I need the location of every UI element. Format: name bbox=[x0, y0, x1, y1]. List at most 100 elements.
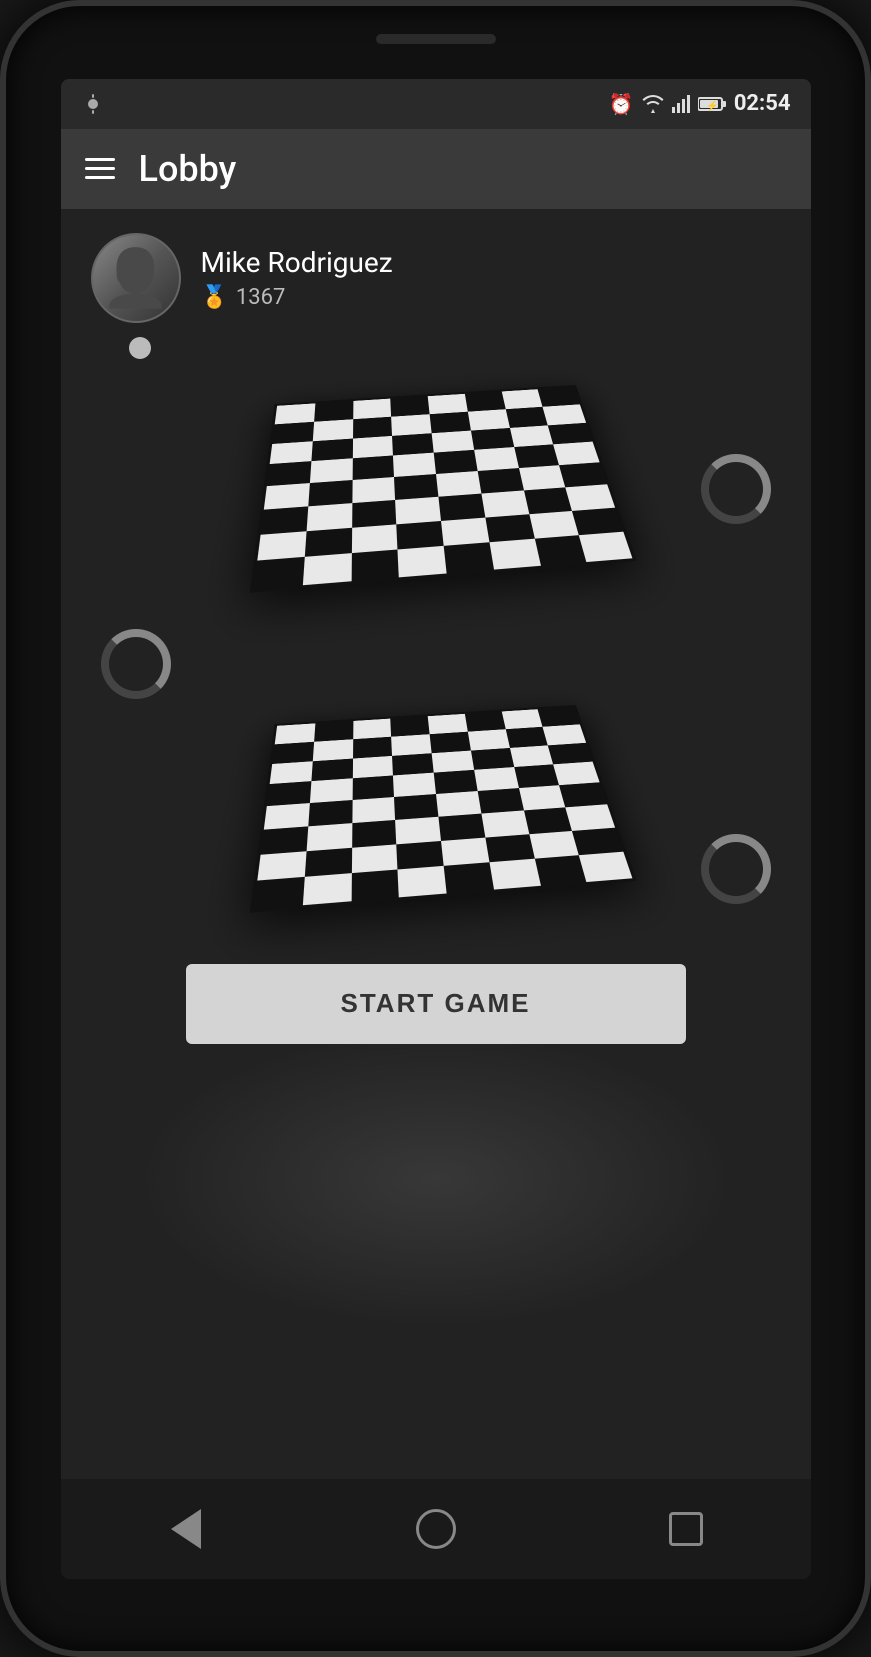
chess-cell bbox=[473, 447, 518, 471]
chess-cell bbox=[518, 785, 565, 810]
signal-icon bbox=[672, 95, 690, 113]
menu-button[interactable] bbox=[85, 158, 115, 179]
online-indicator bbox=[129, 337, 151, 359]
chess-cell bbox=[257, 530, 306, 560]
phone-shell: ⏰ bbox=[0, 0, 871, 1657]
chess-cell bbox=[501, 709, 542, 729]
chess-cell bbox=[395, 816, 441, 843]
chess-cell bbox=[565, 804, 615, 830]
user-rating-value: 1367 bbox=[236, 285, 285, 310]
chess-cell bbox=[351, 476, 394, 502]
chess-cell bbox=[306, 822, 352, 850]
chess-board-1 bbox=[249, 384, 636, 592]
chess-cell bbox=[467, 729, 509, 750]
chess-cell bbox=[274, 723, 314, 744]
chess-cell bbox=[429, 731, 470, 752]
chess-cell bbox=[427, 393, 467, 413]
chess-cell bbox=[523, 807, 572, 834]
chess-cell bbox=[565, 484, 615, 510]
chess-cell bbox=[542, 724, 585, 745]
chess-cell bbox=[351, 869, 399, 901]
nav-recent-button[interactable] bbox=[661, 1504, 711, 1554]
chess-cell bbox=[396, 520, 443, 549]
chess-cell bbox=[559, 462, 607, 487]
alarm-icon: ⏰ bbox=[609, 92, 634, 116]
chess-cell bbox=[429, 411, 470, 432]
svg-text:⚡: ⚡ bbox=[706, 99, 718, 112]
chess-cell bbox=[518, 465, 565, 490]
chess-cell bbox=[559, 782, 607, 807]
chess-cell bbox=[436, 791, 481, 816]
chess-cell bbox=[534, 535, 586, 565]
chess-board-2 bbox=[249, 704, 636, 912]
chess-cell bbox=[505, 406, 548, 427]
chess-cell bbox=[464, 711, 505, 731]
chess-cell bbox=[537, 706, 579, 726]
android-notification-icon bbox=[81, 92, 105, 116]
chess-cell bbox=[352, 755, 393, 778]
chess-cell bbox=[473, 767, 518, 791]
chess-cell bbox=[485, 513, 534, 542]
trophy-icon: 🏅 bbox=[201, 285, 228, 310]
chess-cell bbox=[397, 866, 446, 897]
status-time: 02:54 bbox=[734, 91, 791, 116]
chess-cell bbox=[470, 427, 513, 449]
battery-icon: ⚡ bbox=[698, 96, 726, 112]
chess-cell bbox=[481, 810, 529, 837]
chess-cell bbox=[513, 444, 558, 468]
chess-cell bbox=[253, 877, 304, 909]
chess-cell bbox=[433, 450, 477, 474]
chess-cell bbox=[542, 404, 585, 425]
start-button-container: START GAME bbox=[61, 944, 811, 1074]
chess-cell bbox=[257, 850, 306, 880]
chess-cell bbox=[537, 386, 579, 406]
chess-cell bbox=[528, 830, 578, 858]
chess-cell bbox=[351, 499, 396, 527]
chess-cell bbox=[352, 398, 391, 418]
chess-cell bbox=[351, 843, 397, 872]
user-name: Mike Rodriguez bbox=[201, 246, 393, 279]
chess-cell bbox=[534, 855, 586, 885]
chess-cell bbox=[263, 483, 309, 509]
board-row-1 bbox=[61, 364, 811, 614]
chess-cell bbox=[509, 745, 553, 767]
chess-cell bbox=[579, 851, 632, 881]
chess-cell bbox=[304, 527, 351, 557]
chess-cell bbox=[304, 847, 351, 877]
chess-cell bbox=[263, 803, 309, 829]
chess-cell bbox=[440, 517, 488, 546]
chess-cell bbox=[352, 435, 393, 458]
chess-cell bbox=[431, 750, 473, 773]
wifi-icon bbox=[642, 95, 664, 113]
chess-cell bbox=[489, 538, 540, 569]
user-info: Mike Rodriguez 🏅 1367 bbox=[201, 246, 393, 310]
status-icons: ⏰ bbox=[609, 91, 791, 116]
chess-cell bbox=[309, 778, 352, 803]
status-bar: ⏰ bbox=[61, 79, 811, 129]
chess-cell bbox=[352, 416, 392, 438]
chess-cell bbox=[393, 452, 436, 476]
chess-cell bbox=[553, 441, 599, 464]
chess-cell bbox=[253, 557, 304, 589]
chess-cell bbox=[308, 800, 352, 826]
start-game-button[interactable]: START GAME bbox=[186, 964, 686, 1044]
chess-cell bbox=[390, 716, 429, 736]
chess-cell bbox=[438, 493, 485, 520]
chess-cell bbox=[391, 414, 431, 436]
chess-cell bbox=[390, 396, 429, 416]
chess-cell bbox=[440, 837, 488, 866]
status-left bbox=[81, 92, 105, 116]
toolbar-title: Lobby bbox=[139, 148, 237, 190]
chess-cell bbox=[436, 471, 481, 496]
chess-cell bbox=[392, 752, 433, 775]
chess-cell bbox=[313, 720, 352, 741]
chess-cell bbox=[302, 553, 351, 585]
chess-cell bbox=[312, 739, 352, 761]
chess-cell bbox=[269, 760, 312, 783]
chess-cell bbox=[433, 770, 477, 794]
nav-home-button[interactable] bbox=[411, 1504, 461, 1554]
chess-cell bbox=[467, 409, 509, 430]
nav-back-button[interactable] bbox=[161, 1504, 211, 1554]
chess-cell bbox=[352, 736, 392, 758]
back-icon bbox=[171, 1509, 201, 1549]
